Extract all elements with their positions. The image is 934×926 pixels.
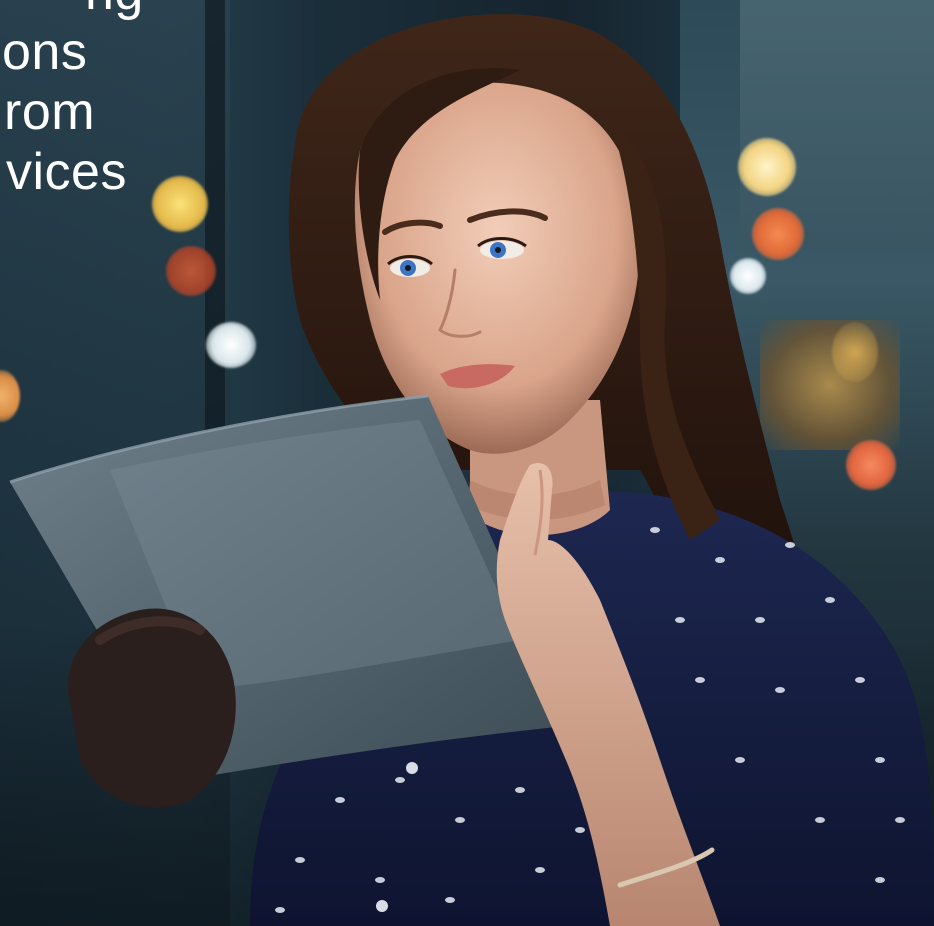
headline-line: vices [6, 143, 127, 201]
hero-headline: ng ons rom vices [0, 0, 144, 202]
hero-photo: ng ons rom vices [0, 0, 934, 926]
holding-hand [68, 608, 236, 808]
headline-line: ons [2, 23, 88, 81]
headline-line: ng [0, 0, 144, 22]
shirt-button [376, 900, 388, 912]
shirt-button [406, 762, 418, 774]
headline-line: rom [4, 83, 96, 141]
